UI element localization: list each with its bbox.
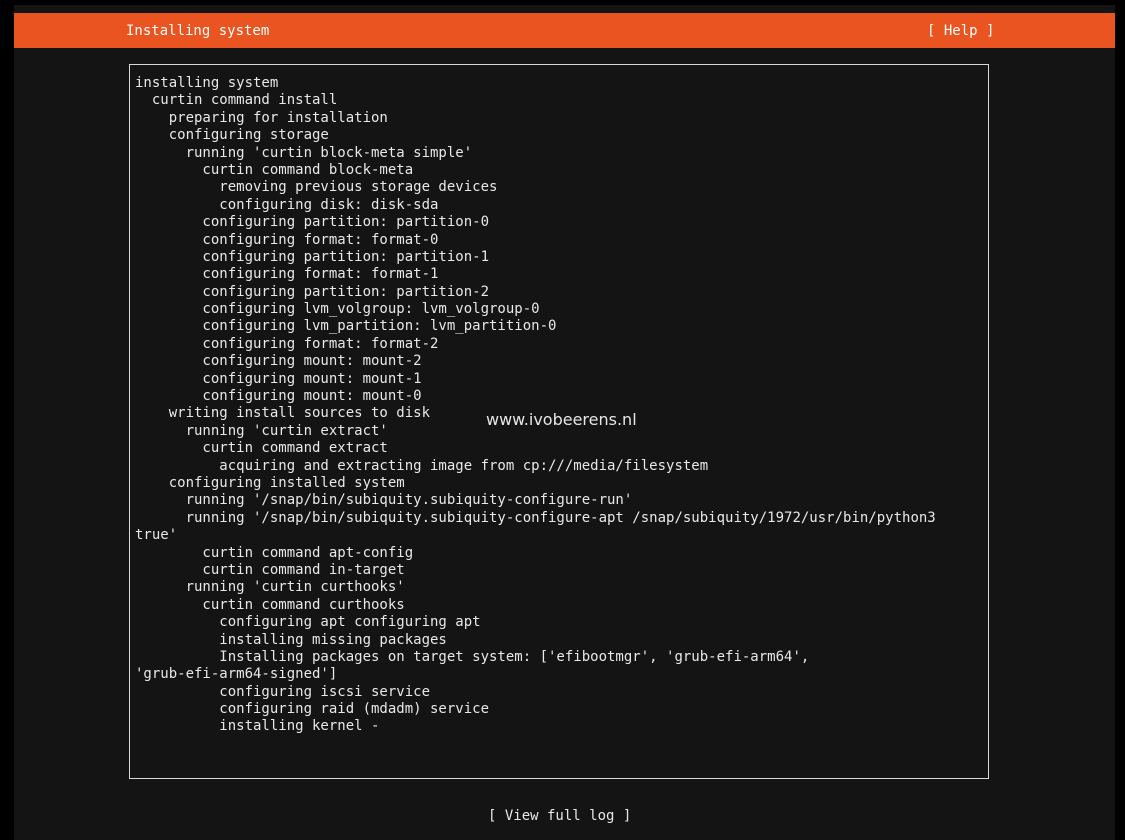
log-line: removing previous storage devices [135,179,498,196]
log-line: 'grub-efi-arm64-signed'] [135,666,338,683]
log-line: curtin command extract [135,440,388,457]
log-line: configuring mount: mount-0 [135,388,422,405]
log-line: configuring format: format-1 [135,266,439,283]
log-line: configuring apt configuring apt [135,614,481,631]
watermark-text: www.ivobeerens.nl [486,410,637,429]
log-line: configuring raid (mdadm) service [135,701,490,718]
log-line: running 'curtin block-meta simple' [135,144,473,161]
log-line: preparing for installation [135,109,388,126]
log-line: configuring mount: mount-1 [135,370,422,387]
log-line: running '/snap/bin/subiquity.subiquity-c… [135,509,936,526]
log-line: Installing packages on target system: ['… [135,648,810,665]
log-line: running '/snap/bin/subiquity.subiquity-c… [135,492,633,509]
log-line: curtin command in-target [135,561,405,578]
log-line: configuring lvm_volgroup: lvm_volgroup-0 [135,301,540,318]
view-full-log-button[interactable]: [ View full log ] [488,807,631,825]
log-line: curtin command apt-config [135,544,414,561]
log-line: configuring lvm_partition: lvm_partition… [135,318,557,335]
log-line: true' [135,527,178,544]
log-line: curtin command install [135,92,338,109]
log-line: acquiring and extracting image from cp:/… [135,457,709,474]
log-line: configuring format: format-0 [135,231,439,248]
log-line: configuring mount: mount-2 [135,353,422,370]
header-bar: Installing system [ Help ] [14,13,1115,48]
help-button[interactable]: [ Help ] [927,22,994,40]
log-line: configuring installed system [135,474,405,491]
log-line: curtin command block-meta [135,161,414,178]
log-line: configuring partition: partition-2 [135,283,490,300]
log-line: curtin command curthooks [135,596,405,613]
log-line: configuring storage [135,127,329,144]
log-line: installing system [135,75,279,91]
log-line: configuring iscsi service [135,683,431,700]
page-title: Installing system [126,23,270,39]
log-line: configuring partition: partition-0 [135,214,490,231]
log-line: installing missing packages [135,631,447,648]
log-line: configuring partition: partition-1 [135,248,490,265]
log-line: running 'curtin curthooks' [135,579,405,596]
log-line: configuring disk: disk-sda [135,196,439,213]
log-line: configuring format: format-2 [135,335,439,352]
log-lines: installing system curtin command install… [135,75,936,736]
log-line: installing kernel - [135,718,380,735]
